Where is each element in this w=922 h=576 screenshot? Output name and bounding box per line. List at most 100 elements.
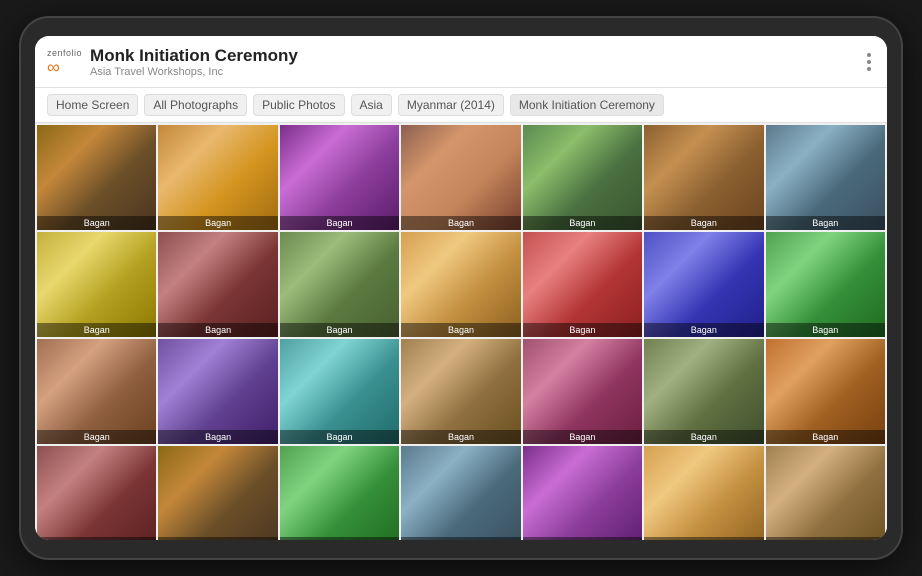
photo-label: Bagan <box>766 430 885 444</box>
photo-cell[interactable]: Bagan <box>523 232 642 337</box>
photo-cell[interactable]: Bagan <box>644 446 763 540</box>
photo-label: Bagan <box>766 323 885 337</box>
photo-cell[interactable]: Bagan <box>644 232 763 337</box>
menu-dot-2 <box>867 60 871 64</box>
photo-label: Bagan <box>37 323 156 337</box>
photo-row-0: BaganBaganBaganBaganBaganBaganBagan <box>37 125 885 230</box>
photo-background <box>158 446 277 540</box>
photo-cell[interactable]: Bagan <box>158 125 277 230</box>
photo-label: Bagan <box>158 323 277 337</box>
photo-background <box>37 125 156 230</box>
breadcrumb-item-public[interactable]: Public Photos <box>253 94 344 116</box>
photo-cell[interactable]: Bagan <box>401 232 520 337</box>
photo-background <box>158 339 277 444</box>
page-subtitle: Asia Travel Workshops, Inc <box>90 66 298 78</box>
photo-background <box>280 339 399 444</box>
breadcrumb: Home Screen All Photographs Public Photos A… <box>35 88 887 123</box>
breadcrumb-item-home[interactable]: Home Screen <box>47 94 138 116</box>
photo-cell[interactable]: Bagan <box>766 446 885 540</box>
photo-cell[interactable]: Bagan <box>158 446 277 540</box>
photo-cell[interactable]: Bagan <box>644 339 763 444</box>
photo-background <box>766 339 885 444</box>
photo-cell[interactable]: Bagan <box>280 446 399 540</box>
photo-label: Bagan <box>158 430 277 444</box>
photo-cell[interactable]: Bagan <box>37 446 156 540</box>
photo-background <box>280 232 399 337</box>
photo-cell[interactable]: Bagan <box>158 339 277 444</box>
photo-background <box>158 125 277 230</box>
photo-background <box>401 125 520 230</box>
tablet-screen: zenfolio ∞ Monk Initiation Ceremony Asia… <box>35 36 887 540</box>
breadcrumb-item-all[interactable]: All Photographs <box>144 94 247 116</box>
photo-cell[interactable]: Bagan <box>401 125 520 230</box>
photo-label: Bagan <box>644 430 763 444</box>
photo-cell[interactable]: Bagan <box>766 125 885 230</box>
app-header: zenfolio ∞ Monk Initiation Ceremony Asia… <box>35 36 887 88</box>
photo-background <box>523 446 642 540</box>
photo-label: Bagan <box>401 216 520 230</box>
header-title-group: Monk Initiation Ceremony Asia Travel Wor… <box>90 46 298 78</box>
photo-label: Bagan <box>158 216 277 230</box>
zenfolio-infinity: ∞ <box>47 58 60 76</box>
photo-label: Bagan <box>523 216 642 230</box>
photo-grid: BaganBaganBaganBaganBaganBaganBaganBagan… <box>35 123 887 540</box>
photo-label: Bagan <box>644 216 763 230</box>
photo-cell[interactable]: Bagan <box>280 232 399 337</box>
photo-cell[interactable]: Bagan <box>37 125 156 230</box>
photo-label: Bagan <box>37 537 156 540</box>
photo-background <box>280 446 399 540</box>
photo-label: Bagan <box>280 537 399 540</box>
breadcrumb-item-monk[interactable]: Monk Initiation Ceremony <box>510 94 664 116</box>
breadcrumb-item-asia[interactable]: Asia <box>351 94 392 116</box>
photo-background <box>37 339 156 444</box>
photo-background <box>523 339 642 444</box>
photo-cell[interactable]: Bagan <box>37 232 156 337</box>
photo-cell[interactable]: Bagan <box>523 446 642 540</box>
photo-background <box>766 125 885 230</box>
photo-cell[interactable]: Bagan <box>523 339 642 444</box>
photo-label: Bagan <box>401 537 520 540</box>
more-options-button[interactable] <box>863 49 875 75</box>
photo-background <box>401 339 520 444</box>
photo-label: Bagan <box>523 323 642 337</box>
photo-cell[interactable]: Bagan <box>523 125 642 230</box>
photo-label: Bagan <box>523 537 642 540</box>
menu-dot-1 <box>867 53 871 57</box>
photo-label: Bagan <box>280 216 399 230</box>
photo-label: Bagan <box>280 323 399 337</box>
photo-cell[interactable]: Bagan <box>401 446 520 540</box>
photo-row-2: BaganBaganBaganBaganBaganBaganBagan <box>37 339 885 444</box>
photo-cell[interactable]: Bagan <box>766 339 885 444</box>
photo-background <box>37 446 156 540</box>
photo-label: Bagan <box>766 216 885 230</box>
photo-cell[interactable]: Bagan <box>644 125 763 230</box>
photo-background <box>766 446 885 540</box>
photo-cell[interactable]: Bagan <box>280 125 399 230</box>
photo-cell[interactable]: Bagan <box>37 339 156 444</box>
header-left: zenfolio ∞ Monk Initiation Ceremony Asia… <box>47 46 298 78</box>
photo-background <box>158 232 277 337</box>
photo-label: Bagan <box>523 430 642 444</box>
page-title: Monk Initiation Ceremony <box>90 46 298 66</box>
photo-label: Bagan <box>644 537 763 540</box>
menu-dot-3 <box>867 67 871 71</box>
zenfolio-text: zenfolio <box>47 48 82 58</box>
photo-background <box>401 232 520 337</box>
photo-label: Bagan <box>401 323 520 337</box>
photo-label: Bagan <box>158 537 277 540</box>
photo-background <box>523 125 642 230</box>
photo-background <box>644 125 763 230</box>
photo-background <box>644 232 763 337</box>
photo-label: Bagan <box>644 323 763 337</box>
photo-cell[interactable]: Bagan <box>401 339 520 444</box>
breadcrumb-item-myanmar[interactable]: Myanmar (2014) <box>398 94 504 116</box>
photo-background <box>644 339 763 444</box>
photo-cell[interactable]: Bagan <box>280 339 399 444</box>
photo-label: Bagan <box>37 216 156 230</box>
photo-cell[interactable]: Bagan <box>158 232 277 337</box>
photo-label: Bagan <box>280 430 399 444</box>
photo-label: Bagan <box>37 430 156 444</box>
photo-background <box>766 232 885 337</box>
tablet-frame: zenfolio ∞ Monk Initiation Ceremony Asia… <box>21 18 901 558</box>
photo-cell[interactable]: Bagan <box>766 232 885 337</box>
